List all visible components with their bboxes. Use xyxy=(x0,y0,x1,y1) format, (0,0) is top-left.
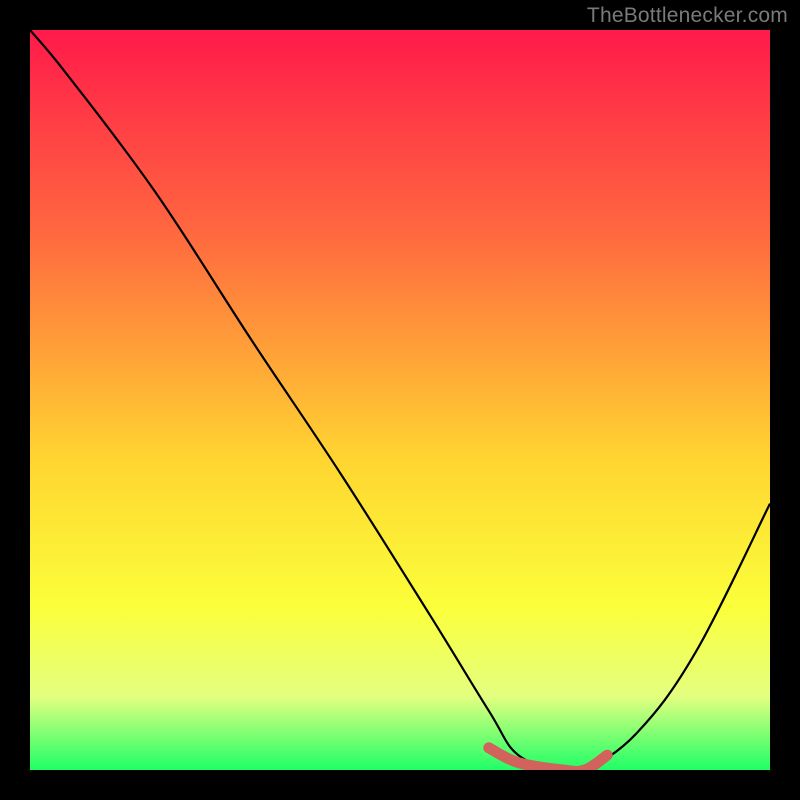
plot-area xyxy=(30,30,770,770)
chart-root: TheBottlenecker.com xyxy=(0,0,800,800)
watermark-text: TheBottlenecker.com xyxy=(587,4,788,28)
gradient-bg xyxy=(30,30,770,770)
chart-svg xyxy=(30,30,770,770)
